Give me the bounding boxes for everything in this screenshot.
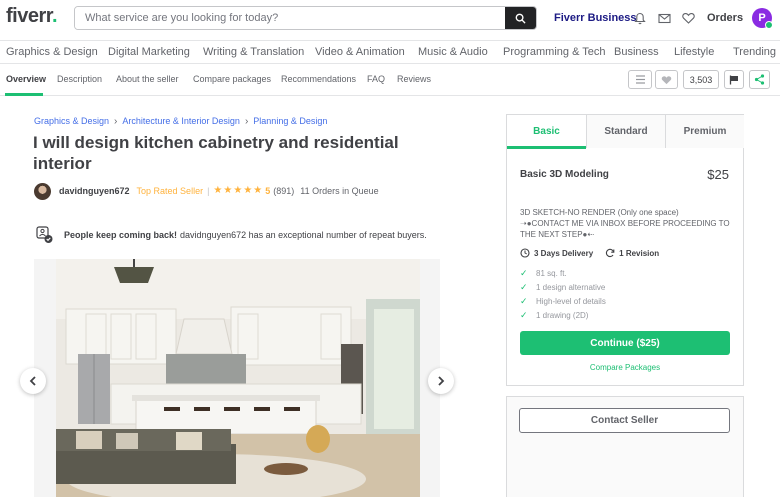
package-meta: 3 Days Delivery 1 Revision: [520, 248, 671, 258]
feature-label: High-level of details: [536, 296, 606, 306]
active-tab-indicator: [5, 93, 43, 96]
feature-label: 81 sq. ft.: [536, 268, 567, 278]
tab-standard[interactable]: Standard: [586, 115, 665, 148]
package-name: Basic 3D Modeling: [520, 169, 609, 180]
breadcrumb-planning-design[interactable]: Planning & Design: [253, 116, 327, 126]
package-price: $25: [707, 167, 729, 182]
search-input[interactable]: [75, 7, 507, 29]
category-music-audio[interactable]: Music & Audio: [418, 46, 488, 58]
search-icon: [515, 13, 526, 24]
gig-title: I will design kitchen cabinetry and resi…: [33, 133, 399, 173]
tab-compare-packages[interactable]: Compare packages: [193, 74, 271, 84]
check-icon: ✓: [520, 281, 528, 292]
repeat-buyer-icon: [36, 226, 53, 243]
package-description: 3D SKETCH-NO RENDER (Only one space) ➝●C…: [520, 208, 730, 239]
category-trending[interactable]: Trending: [733, 46, 776, 58]
breadcrumb-graphics-design[interactable]: Graphics & Design: [34, 116, 109, 126]
feature-label: 1 design alternative: [536, 282, 606, 292]
heart-icon: [661, 75, 672, 84]
tab-basic[interactable]: Basic: [507, 115, 586, 149]
feature-item: ✓ High-level of details: [520, 294, 606, 308]
category-programming-tech[interactable]: Programming & Tech: [503, 46, 606, 58]
package-features: ✓ 81 sq. ft. ✓ 1 design alternative ✓ High-…: [520, 266, 606, 322]
like-count: 3,503: [683, 70, 719, 89]
search-button[interactable]: [505, 7, 536, 29]
check-icon: ✓: [520, 309, 528, 320]
flag-icon: [729, 75, 738, 84]
logo-dot: .: [51, 5, 58, 27]
category-business[interactable]: Business: [614, 46, 659, 58]
category-menu: Graphics & Design Digital Marketing Writ…: [0, 40, 780, 64]
check-icon: ✓: [520, 267, 528, 278]
category-writing-translation[interactable]: Writing & Translation: [203, 46, 304, 58]
fiverr-business-link[interactable]: Fiverr Business: [554, 12, 637, 24]
contact-seller-button[interactable]: Contact Seller: [519, 408, 730, 433]
tab-about-seller[interactable]: About the seller: [116, 74, 179, 84]
package-tabs: Basic Standard Premium: [507, 115, 744, 149]
chevron-right-icon: ›: [244, 116, 249, 127]
continue-button[interactable]: Continue ($25): [520, 331, 730, 355]
save-button[interactable]: [655, 70, 678, 89]
menu-icon: [635, 75, 645, 84]
delivery-time: 3 Days Delivery: [534, 248, 594, 258]
share-icon: [754, 74, 765, 85]
tab-description[interactable]: Description: [57, 74, 102, 84]
refresh-icon: [606, 248, 615, 258]
feature-item: ✓ 1 drawing (2D): [520, 308, 606, 322]
compare-packages-link[interactable]: Compare Packages: [507, 363, 743, 372]
heart-icon[interactable]: [681, 11, 695, 25]
user-avatar[interactable]: P: [752, 8, 773, 29]
breadcrumb-architecture-interior[interactable]: Architecture & Interior Design: [122, 116, 240, 126]
tab-faq[interactable]: FAQ: [367, 74, 385, 84]
category-graphics-design[interactable]: Graphics & Design: [6, 46, 98, 58]
tab-recommendations[interactable]: Recommendations: [281, 74, 356, 84]
orders-in-queue: 11 Orders in Queue: [300, 185, 379, 196]
chevron-right-icon: [438, 376, 445, 386]
kitchen-render-image[interactable]: [56, 259, 420, 497]
search-bar: [74, 6, 537, 30]
envelope-icon[interactable]: [657, 11, 671, 25]
tab-premium[interactable]: Premium: [665, 115, 744, 148]
rating-score: 5: [265, 185, 271, 196]
feature-label: 1 drawing (2D): [536, 310, 589, 320]
repeat-buyers-title: People keep coming back!: [64, 230, 178, 240]
divider: |: [207, 185, 210, 196]
seller-level-badge: Top Rated Seller: [136, 185, 204, 196]
star-rating-icon: ★★★★★: [213, 185, 264, 196]
feature-item: ✓ 81 sq. ft.: [520, 266, 606, 280]
seller-avatar[interactable]: [34, 183, 51, 200]
check-icon: ✓: [520, 295, 528, 306]
tab-reviews[interactable]: Reviews: [397, 74, 431, 84]
gallery-next-button[interactable]: [428, 368, 454, 394]
category-lifestyle[interactable]: Lifestyle: [674, 46, 714, 58]
tab-overview[interactable]: Overview: [6, 74, 46, 84]
clock-icon: [520, 248, 530, 258]
repeat-buyers-text: davidnguyen672 has an exceptional number…: [180, 230, 427, 240]
bell-icon[interactable]: [633, 11, 647, 25]
category-digital-marketing[interactable]: Digital Marketing: [108, 46, 190, 58]
reviews-count-link[interactable]: (891): [273, 186, 294, 196]
seller-overview: davidnguyen672 Top Rated Seller | ★★★★★ …: [59, 185, 379, 196]
menu-button[interactable]: [628, 70, 652, 89]
breadcrumb: Graphics & Design › Architecture & Interio…: [34, 116, 327, 127]
feature-item: ✓ 1 design alternative: [520, 280, 606, 294]
category-video-animation[interactable]: Video & Animation: [315, 46, 405, 58]
chevron-left-icon: [29, 376, 36, 386]
package-card: Basic Standard Premium Basic 3D Modeling…: [506, 114, 744, 386]
chevron-right-icon: ›: [114, 116, 118, 127]
fiverr-logo[interactable]: fiverr.: [6, 5, 58, 28]
repeat-buyers-banner: People keep coming back! davidnguyen672 …: [34, 226, 427, 244]
revision-count: 1 Revision: [619, 248, 660, 258]
report-button[interactable]: [724, 70, 744, 89]
seller-name-link[interactable]: davidnguyen672: [59, 186, 130, 196]
gig-gallery: [34, 259, 440, 497]
share-button[interactable]: [749, 70, 770, 89]
logo-text: fiverr: [6, 5, 52, 27]
gallery-prev-button[interactable]: [20, 368, 46, 394]
orders-link[interactable]: Orders: [707, 12, 743, 24]
top-header: fiverr. Fiverr Business Orders P: [0, 0, 780, 36]
